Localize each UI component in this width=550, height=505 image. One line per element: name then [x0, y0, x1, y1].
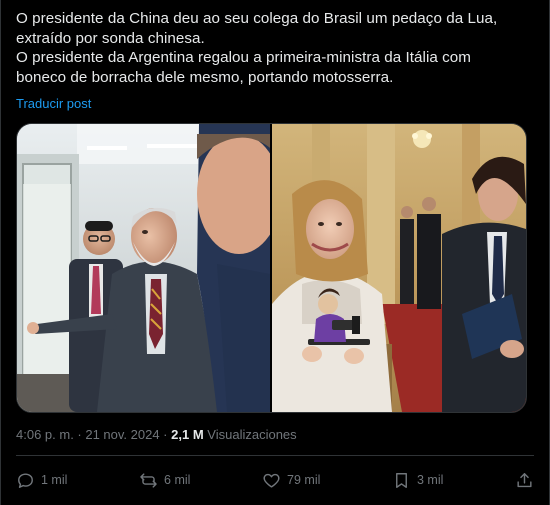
photo-figurine-gift-image: [272, 124, 526, 412]
post-text-line-1: O presidente da China deu ao seu colega …: [16, 10, 498, 27]
bookmark-icon: [396, 472, 407, 488]
photo-figurine-gift[interactable]: [272, 124, 526, 412]
bookmark-count: 3 mil: [416, 473, 444, 487]
tweet-post: O presidente da China deu ao seu colega …: [0, 0, 550, 505]
post-meta: 4:06 p. m. · 21 nov. 2024 · 2,1 M Visual…: [16, 427, 297, 442]
share-icon: [517, 472, 532, 487]
bookmark-button[interactable]: 3 mil: [392, 471, 443, 490]
media-gallery: [16, 123, 527, 413]
post-text-line-2: extraído por sonda chinesa.: [16, 29, 205, 47]
divider: [16, 455, 534, 456]
views-count: 2,1 M: [171, 427, 204, 442]
translate-post-link[interactable]: Traducir post: [16, 96, 91, 111]
reply-count: 1 mil: [41, 473, 68, 487]
photo-presidents-display-image: [17, 124, 270, 412]
views-label: Visualizaciones: [207, 427, 297, 442]
post-text-line-3: O presidente da Argentina regalou a prim…: [16, 49, 471, 66]
action-bar: 1 mil 6 mil 79 mil 3 mil: [16, 468, 534, 492]
post-text: O presidente da China deu ao seu colega …: [16, 9, 536, 87]
like-button[interactable]: 79 mil: [262, 471, 320, 490]
repost-icon: [140, 472, 157, 488]
repost-count: 6 mil: [164, 473, 191, 487]
like-count: 79 mil: [287, 473, 321, 487]
reply-icon: [18, 472, 33, 488]
post-text-line-4: boneco de borracha dele mesmo, portando …: [16, 68, 394, 86]
repost-button[interactable]: 6 mil: [139, 471, 190, 490]
post-timestamp[interactable]: 4:06 p. m. · 21 nov. 2024 ·: [16, 427, 168, 442]
share-button[interactable]: [515, 471, 534, 490]
photo-presidents-display[interactable]: [17, 124, 270, 412]
heart-icon: [263, 473, 280, 488]
reply-button[interactable]: 1 mil: [16, 471, 67, 490]
